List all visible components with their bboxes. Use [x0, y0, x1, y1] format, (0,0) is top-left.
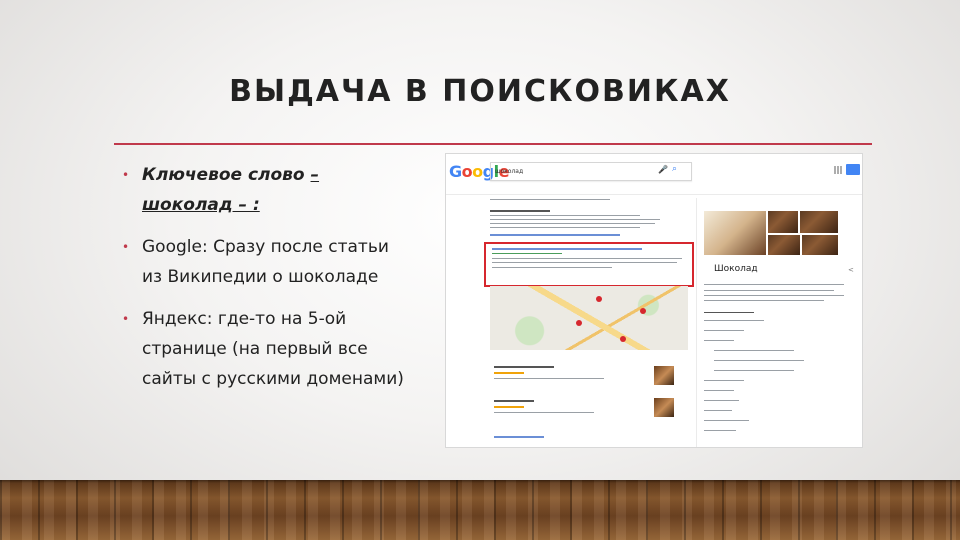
result-snippet: [490, 227, 640, 228]
wikipedia-snippet: [492, 267, 612, 268]
map-pin-icon: [640, 308, 646, 314]
result-snippet: [490, 215, 640, 216]
map-pin-icon: [576, 320, 582, 326]
bullet-google: • Google: Сразу после статьи из Википеди…: [122, 232, 412, 292]
sign-in-button: [846, 164, 860, 175]
search-tabs: [490, 184, 501, 194]
title-divider: [114, 143, 872, 145]
kp-fact: [714, 360, 804, 361]
kp-fact: [704, 340, 734, 341]
kp-fact: [704, 390, 734, 391]
result-snippet: [490, 219, 660, 220]
kp-fact: [704, 312, 754, 313]
bullet-yandex-text: Яндекс: где-то на 5-ой странице (на перв…: [142, 309, 404, 389]
kp-fact: [714, 350, 794, 351]
listing-address: [494, 378, 604, 379]
kp-description: [704, 284, 844, 285]
share-icon: <: [848, 266, 854, 274]
wikipedia-link: [492, 248, 642, 250]
kp-fact: [704, 400, 739, 401]
result-stats: [490, 199, 610, 200]
wooden-floor: [0, 480, 960, 540]
kp-fact: [704, 330, 744, 331]
wikipedia-url: [492, 253, 562, 254]
wikipedia-snippet: [492, 262, 677, 263]
microphone-icon: 🎤: [658, 165, 668, 174]
result-link: [490, 234, 620, 236]
map-pack: [490, 286, 688, 350]
kp-description: [704, 300, 824, 301]
kp-description: [704, 290, 834, 291]
bullet-yandex: • Яндекс: где-то на 5-ой странице (на пе…: [122, 304, 412, 394]
chocolate-image: [800, 211, 838, 233]
kp-fact: [704, 430, 736, 431]
column-divider: [696, 198, 697, 447]
chocolate-image: [768, 211, 798, 233]
result-heading: [490, 210, 550, 212]
slide-title: ВЫДАЧА В ПОИСКОВИКАХ: [229, 74, 731, 109]
map-pin-icon: [596, 296, 602, 302]
bullet-dot: •: [122, 240, 130, 254]
slide: ВЫДАЧА В ПОИСКОВИКАХ • Ключевое слово – …: [0, 0, 960, 540]
apps-grid-icon: [834, 166, 842, 174]
chocolate-image: [802, 235, 838, 255]
keyword-label: Ключевое слово: [142, 165, 311, 185]
listing-title: [494, 400, 534, 402]
knowledge-panel-title: Шоколад: [714, 264, 758, 274]
listing-thumbnail: [654, 398, 674, 417]
map-pin-icon: [620, 336, 626, 342]
wikipedia-snippet: [492, 258, 682, 259]
listing-title: [494, 366, 554, 368]
kp-fact: [704, 410, 732, 411]
bullet-google-text: Google: Сразу после статьи из Википедии …: [142, 237, 389, 287]
listing-address: [494, 412, 594, 413]
kp-fact: [704, 420, 749, 421]
tabs-divider: [446, 194, 862, 195]
chocolate-image: [768, 235, 800, 255]
kp-fact: [704, 380, 744, 381]
kp-description: [704, 295, 844, 296]
bullet-dot: •: [122, 168, 130, 182]
more-places-link: [494, 436, 544, 438]
chocolate-image: [704, 211, 766, 255]
bullet-dot: •: [122, 312, 130, 326]
rating-stars: [494, 372, 524, 374]
listing-thumbnail: [654, 366, 674, 385]
bullet-list: • Ключевое слово – шоколад – : • Google:…: [122, 160, 412, 406]
kp-fact: [714, 370, 794, 371]
result-snippet: [490, 223, 655, 224]
search-icon: ⌕: [672, 164, 678, 174]
kp-fact: [704, 320, 764, 321]
bullet-keyword: • Ключевое слово – шоколад – :: [122, 160, 412, 220]
google-results-screenshot: Google шоколад 🎤 ⌕ Шоколад <: [445, 153, 863, 448]
rating-stars: [494, 406, 524, 408]
